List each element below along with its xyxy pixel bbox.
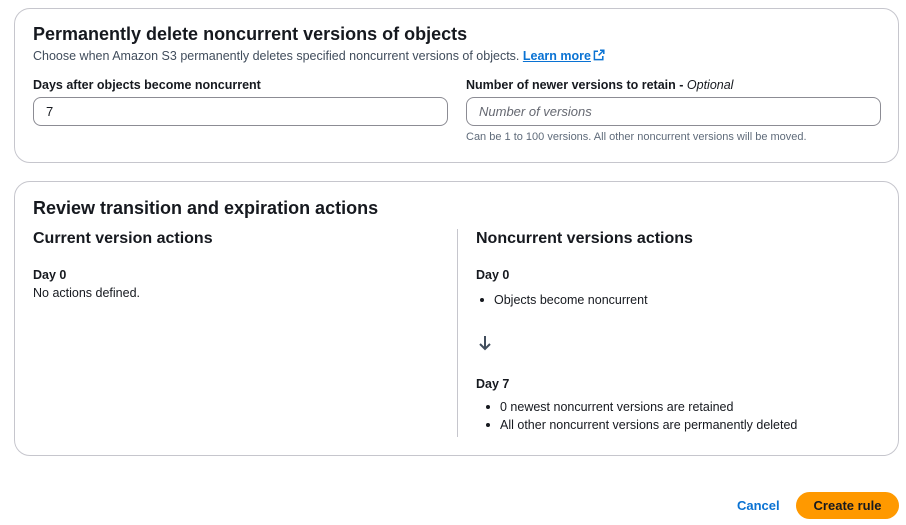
arrow-down-icon [479, 336, 491, 351]
list-item: Objects become noncurrent [475, 291, 648, 309]
delete-panel-title: Permanently delete noncurrent versions o… [33, 24, 468, 44]
versions-hint: Can be 1 to 100 versions. All other nonc… [466, 131, 807, 143]
noncurrent-day0-list: Objects become noncurrent [475, 291, 648, 309]
current-no-actions-text: No actions defined. [33, 286, 141, 300]
review-actions-panel: Review transition and expiration actions… [14, 181, 899, 456]
newer-versions-input[interactable] [466, 97, 881, 126]
versions-field-label: Number of newer versions to retain - Opt… [466, 78, 733, 92]
learn-more-link[interactable]: Learn more [523, 49, 605, 63]
cancel-button[interactable]: Cancel [723, 492, 794, 519]
list-item: 0 newest noncurrent versions are retaine… [481, 398, 797, 416]
current-actions-title: Current version actions [33, 230, 213, 247]
days-noncurrent-input[interactable] [33, 97, 448, 126]
list-item: All other noncurrent versions are perman… [481, 416, 797, 434]
noncurrent-day7-label: Day 7 [476, 377, 510, 391]
noncurrent-day7-list: 0 newest noncurrent versions are retaine… [481, 398, 797, 434]
delete-panel-description: Choose when Amazon S3 permanently delete… [33, 49, 605, 63]
learn-more-text: Learn more [522, 49, 591, 63]
column-divider [457, 229, 458, 437]
delete-noncurrent-panel: Permanently delete noncurrent versions o… [14, 8, 899, 163]
versions-label-text: Number of newer versions to retain [466, 78, 676, 92]
current-day-label: Day 0 [33, 268, 67, 282]
days-field-label: Days after objects become noncurrent [33, 78, 261, 92]
external-link-icon [593, 49, 605, 61]
create-rule-button[interactable]: Create rule [796, 492, 899, 519]
noncurrent-day0-label: Day 0 [476, 268, 510, 282]
noncurrent-actions-title: Noncurrent versions actions [476, 230, 693, 247]
versions-label-separator: - [675, 78, 687, 92]
description-text: Choose when Amazon S3 permanently delete… [33, 49, 520, 63]
optional-tag: Optional [686, 78, 734, 92]
review-panel-title: Review transition and expiration actions [33, 198, 379, 218]
